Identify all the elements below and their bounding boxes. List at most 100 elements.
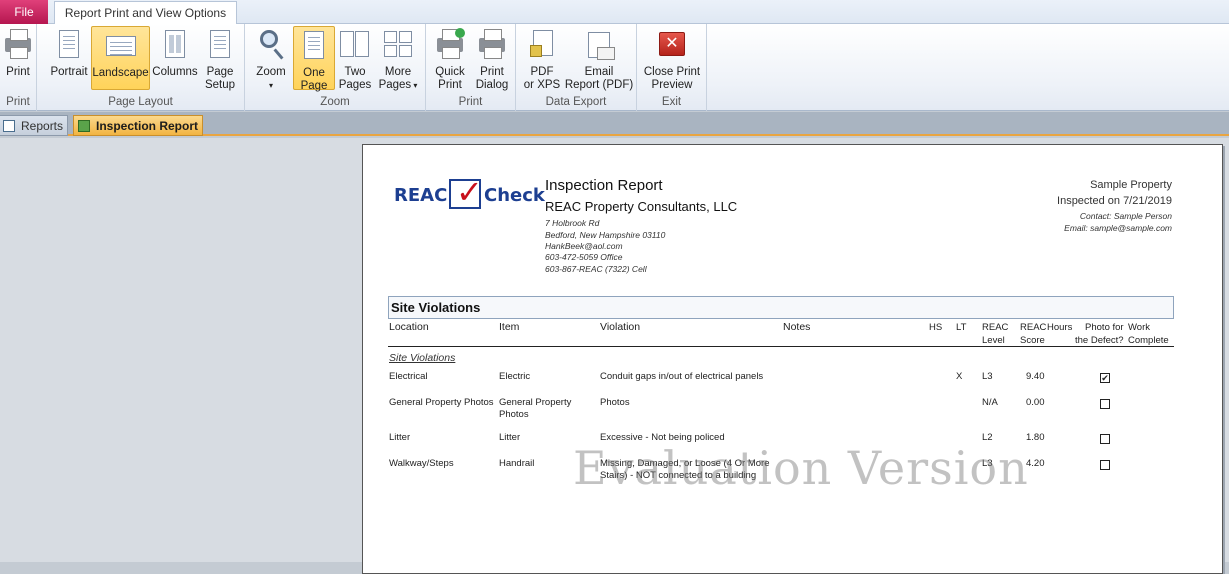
file-tab[interactable]: File bbox=[0, 0, 48, 24]
page-setup-label-1: Page bbox=[206, 66, 234, 78]
portrait-page-icon bbox=[52, 28, 86, 62]
row-photo-checkbox[interactable]: ✔ bbox=[1100, 373, 1110, 383]
row-photo-checkbox[interactable] bbox=[1100, 434, 1110, 444]
row-item: Litter bbox=[499, 432, 521, 443]
header-violation: Violation bbox=[600, 321, 641, 333]
zoom-group: Zoom ▾ One Page Two Pages More Pages ▾ Z… bbox=[245, 24, 426, 111]
row-reac-level: L3 bbox=[982, 371, 993, 382]
quick-print-label-1: Quick bbox=[435, 66, 465, 78]
one-page-button[interactable]: One Page bbox=[293, 26, 335, 92]
header-rule bbox=[388, 346, 1174, 347]
header-reac-score-2: Score bbox=[1020, 335, 1045, 346]
header-hs: HS bbox=[929, 322, 943, 333]
row-reac-score: 1.80 bbox=[1026, 432, 1045, 443]
chevron-down-icon: ▾ bbox=[268, 81, 273, 90]
one-page-icon bbox=[297, 29, 331, 63]
print-options-group-label: Print bbox=[458, 96, 483, 108]
header-reac-level: REAC Level bbox=[982, 321, 1008, 347]
row-reac-score: 0.00 bbox=[1026, 397, 1045, 408]
zoom-button[interactable]: Zoom ▾ bbox=[253, 26, 289, 92]
row-item: Handrail bbox=[499, 458, 535, 469]
more-pages-icon bbox=[381, 28, 415, 62]
row-location: General Property Photos bbox=[389, 397, 494, 408]
print-button[interactable]: Print bbox=[1, 26, 35, 92]
row-photo-checkbox[interactable] bbox=[1100, 399, 1110, 409]
more-pages-button[interactable]: More Pages ▾ bbox=[377, 26, 419, 92]
close-icon: ✕ bbox=[655, 28, 689, 62]
address-line: 7 Holbrook Rd bbox=[545, 218, 600, 228]
address-phone-cell: 603-867-REAC (7322) Cell bbox=[545, 264, 647, 274]
header-reac-score: REAC Score bbox=[1020, 321, 1046, 347]
header-photo-2: the Defect? bbox=[1075, 335, 1124, 346]
document-tab-bar: Reports Inspection Report bbox=[0, 112, 1229, 136]
tab-report-print-view-options[interactable]: Report Print and View Options bbox=[54, 1, 237, 25]
email-report-icon bbox=[582, 28, 616, 62]
page-setup-icon bbox=[203, 28, 237, 62]
columns-icon bbox=[158, 28, 192, 62]
contact-name: Contact: Sample Person bbox=[1079, 211, 1172, 221]
row-item: General Property Photos bbox=[499, 397, 572, 420]
row-lt: X bbox=[956, 371, 963, 382]
page-layout-group: Portrait Landscape Columns Page Setup Pa… bbox=[37, 24, 245, 111]
header-location: Location bbox=[389, 321, 429, 333]
quick-print-button[interactable]: Quick Print bbox=[431, 26, 469, 92]
pdf-label-1: PDF bbox=[530, 66, 554, 78]
print-dialog-icon bbox=[475, 28, 509, 62]
exit-group: ✕ Close Print Preview Exit bbox=[637, 24, 707, 111]
two-pages-label-1: Two bbox=[344, 66, 366, 78]
more-pages-dropdown-icon: ▾ bbox=[411, 81, 418, 90]
quick-print-icon bbox=[433, 28, 467, 62]
logo-checkmark-icon: ✓ bbox=[456, 174, 483, 210]
email-report-button[interactable]: Email Report (PDF) bbox=[564, 26, 634, 92]
evaluation-watermark: Evaluation Version bbox=[573, 441, 1029, 495]
two-pages-icon bbox=[338, 28, 372, 62]
print-options-group: Quick Print Print Dialog Print bbox=[426, 24, 516, 111]
landscape-button[interactable]: Landscape bbox=[91, 26, 150, 90]
close-print-preview-button[interactable]: ✕ Close Print Preview bbox=[640, 26, 704, 92]
tab-inspection-label: Inspection Report bbox=[96, 119, 199, 133]
inspection-date: Inspected on 7/21/2019 bbox=[1057, 195, 1172, 207]
row-reac-score: 4.20 bbox=[1026, 458, 1045, 469]
tab-inspection-report[interactable]: Inspection Report bbox=[73, 115, 203, 136]
header-work-2: Complete bbox=[1128, 335, 1169, 346]
print-dialog-label-2: Dialog bbox=[475, 79, 509, 91]
report-icon bbox=[78, 120, 90, 132]
landscape-label: Landscape bbox=[92, 67, 149, 79]
reports-icon bbox=[3, 120, 15, 132]
quick-print-label-2: Print bbox=[438, 79, 462, 91]
columns-label: Columns bbox=[152, 66, 198, 78]
row-reac-level: N/A bbox=[982, 397, 998, 408]
reac-check-logo: REAC ✓ Check bbox=[394, 174, 545, 213]
header-photo-1: Photo for bbox=[1085, 322, 1124, 333]
header-reac-level-1: REAC bbox=[982, 322, 1009, 333]
pdf-xps-button[interactable]: PDF or XPS bbox=[523, 26, 561, 92]
logo-check-text: Check bbox=[484, 185, 545, 206]
tab-reports[interactable]: Reports bbox=[0, 115, 68, 136]
exit-group-label: Exit bbox=[661, 96, 682, 108]
header-item: Item bbox=[499, 321, 520, 333]
report-title: Inspection Report bbox=[545, 177, 663, 194]
row-location: Electrical bbox=[389, 371, 428, 382]
tab-reports-label: Reports bbox=[21, 119, 64, 133]
row-violation: Photos bbox=[600, 397, 630, 408]
columns-button[interactable]: Columns bbox=[151, 26, 199, 92]
pdf-xps-icon bbox=[525, 28, 559, 62]
print-dialog-label-1: Print bbox=[480, 66, 504, 78]
address-line: Bedford, New Hampshire 03110 bbox=[545, 230, 666, 240]
close-label-1: Close Print bbox=[643, 66, 701, 78]
print-group: Print Print bbox=[0, 24, 37, 111]
portrait-label: Portrait bbox=[50, 66, 88, 78]
print-dialog-button[interactable]: Print Dialog bbox=[472, 26, 512, 92]
header-photo: Photo for the Defect? bbox=[1075, 321, 1124, 347]
row-violation: Conduit gaps in/out of electrical panels bbox=[600, 371, 764, 382]
section-title: Site Violations bbox=[388, 296, 1174, 319]
header-work-complete: Work Complete bbox=[1128, 321, 1169, 347]
portrait-button[interactable]: Portrait bbox=[48, 26, 90, 92]
row-photo-checkbox[interactable] bbox=[1100, 460, 1110, 470]
header-reac-level-2: Level bbox=[982, 335, 1005, 346]
page-setup-button[interactable]: Page Setup bbox=[201, 26, 239, 92]
header-reac-score-1: REAC bbox=[1020, 322, 1047, 333]
two-pages-button[interactable]: Two Pages bbox=[337, 26, 373, 92]
report-page[interactable]: REAC ✓ Check Inspection Report REAC Prop… bbox=[362, 144, 1223, 574]
data-export-group: PDF or XPS Email Report (PDF) Data Expor… bbox=[516, 24, 637, 111]
